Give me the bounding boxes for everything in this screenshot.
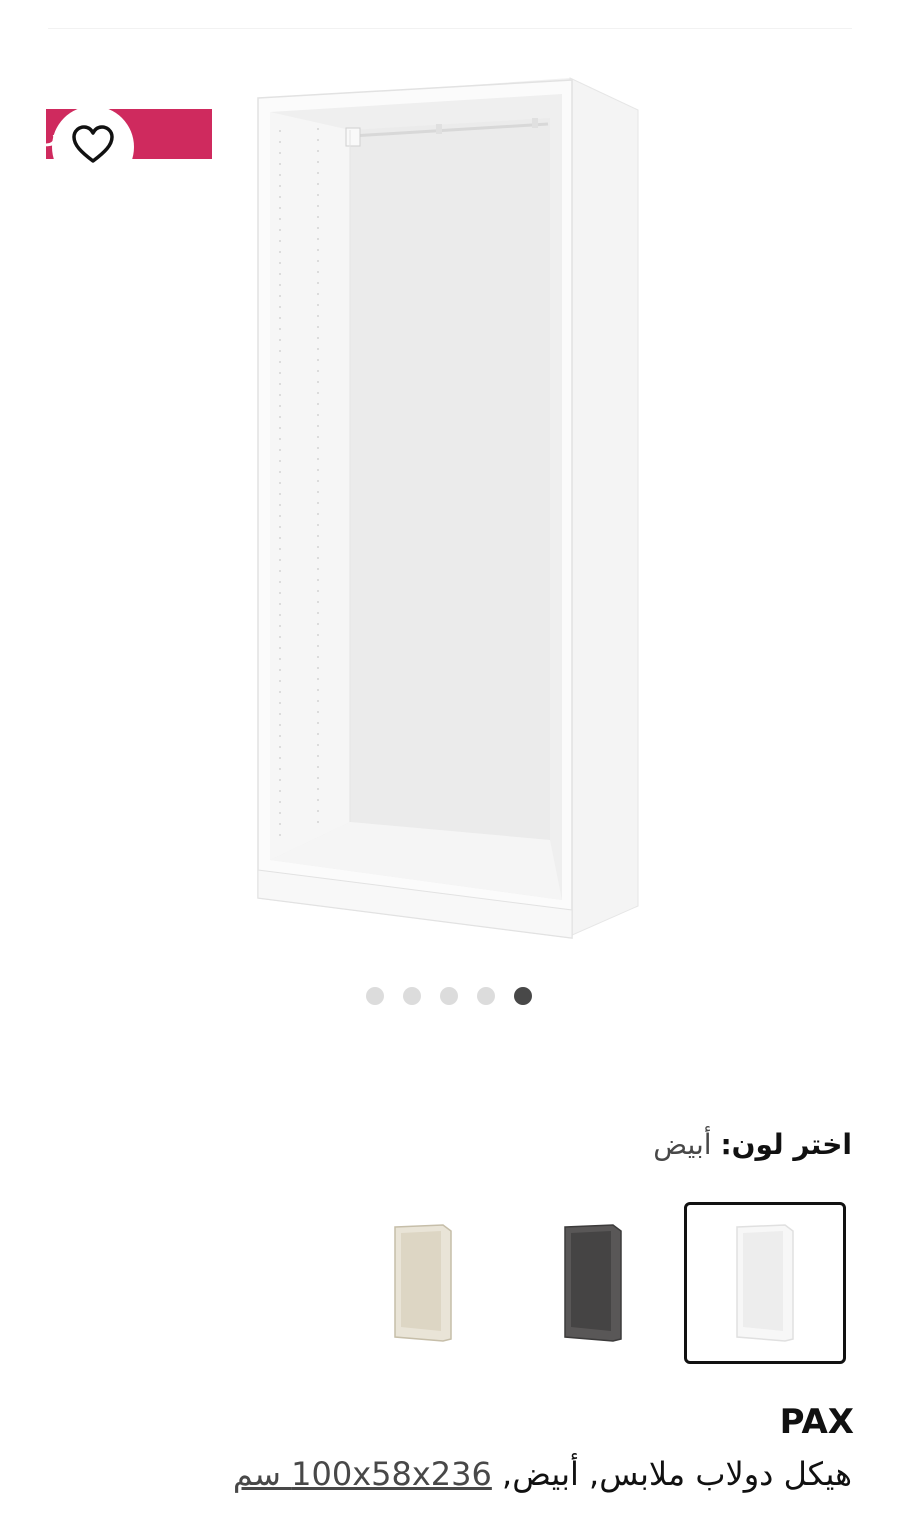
product-description: هيكل دولاب ملابس, أبيض, 100x58x236 سم [233,1455,852,1493]
carousel-dot[interactable] [440,987,458,1005]
heart-outline-icon [71,125,115,169]
carousel-dot[interactable] [403,987,421,1005]
top-divider [48,28,852,29]
product-size-link[interactable]: 100x58x236 سم [233,1455,492,1493]
product-image-wardrobe-frame[interactable] [250,70,650,950]
selected-color-name: أبيض [653,1128,712,1161]
color-swatch-white[interactable] [684,1202,846,1364]
product-description-text: هيكل دولاب ملابس, أبيض, [502,1455,852,1493]
carousel-dot-active[interactable] [514,987,532,1005]
wardrobe-thumbnail-white [736,1224,794,1342]
carousel-dot[interactable] [477,987,495,1005]
image-carousel-indicator [366,987,532,1005]
color-swatch-beige[interactable] [342,1202,504,1364]
add-to-favorites-button[interactable] [52,106,134,188]
wardrobe-thumbnail-beige [394,1224,452,1342]
color-label-text: اختر لون: [720,1128,852,1161]
product-name: PAX [779,1402,854,1442]
wardrobe-thumbnail-dark-grey [564,1224,622,1342]
color-chooser-label: اختر لون: أبيض [653,1128,852,1161]
color-swatch-dark-grey[interactable] [512,1202,674,1364]
carousel-dot[interactable] [366,987,384,1005]
